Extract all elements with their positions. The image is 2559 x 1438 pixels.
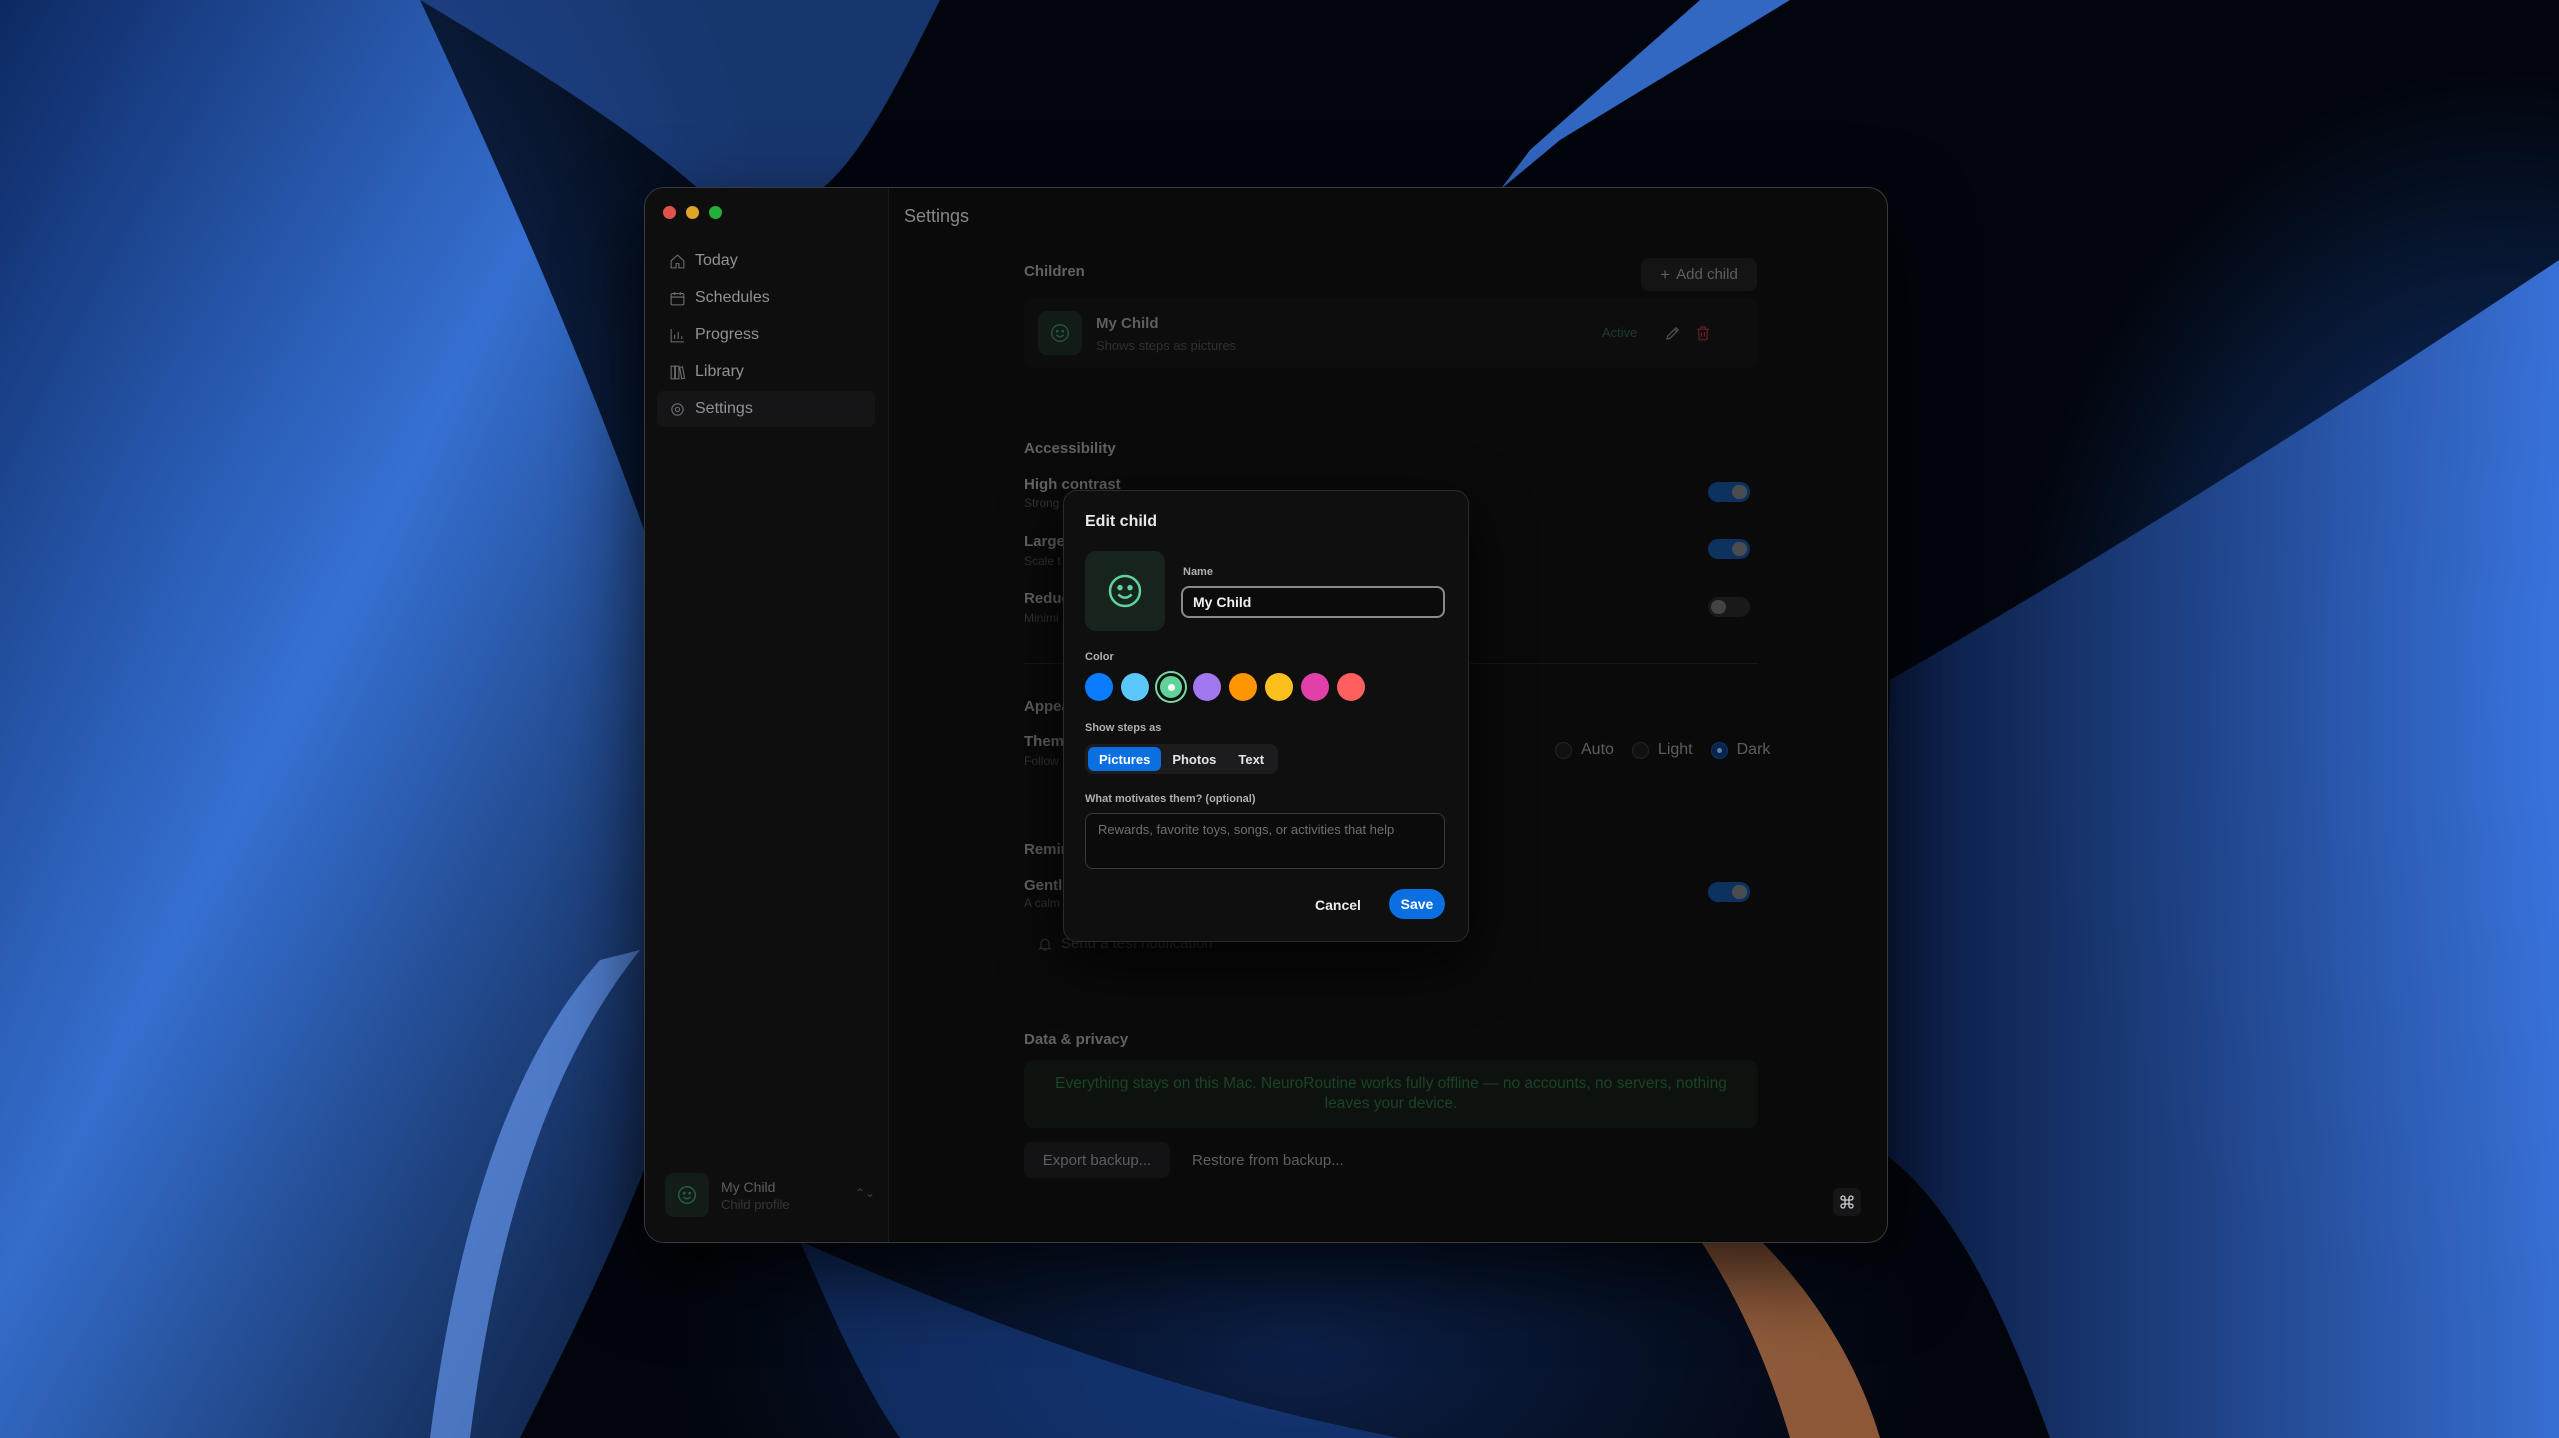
steps-option-text[interactable]: Text <box>1227 747 1275 771</box>
smiley-icon <box>1108 574 1142 608</box>
color-swatch[interactable] <box>1193 673 1221 701</box>
edit-child-dialog: Edit child Name Color Show steps as Pict… <box>1063 490 1469 942</box>
name-label: Name <box>1183 566 1213 578</box>
steps-option-photos[interactable]: Photos <box>1161 747 1227 771</box>
avatar-picker[interactable] <box>1085 551 1165 631</box>
color-swatch[interactable] <box>1121 673 1149 701</box>
cancel-button[interactable]: Cancel <box>1315 891 1361 919</box>
color-swatch[interactable] <box>1337 673 1365 701</box>
show-steps-segmented-control: Pictures Photos Text <box>1085 744 1279 774</box>
color-swatch[interactable] <box>1229 673 1257 701</box>
show-steps-label: Show steps as <box>1085 722 1162 734</box>
color-swatch[interactable] <box>1301 673 1329 701</box>
steps-option-pictures[interactable]: Pictures <box>1088 747 1162 771</box>
save-button[interactable]: Save <box>1389 889 1445 919</box>
color-swatch[interactable] <box>1085 673 1113 701</box>
color-swatches <box>1085 673 1373 701</box>
dialog-title: Edit child <box>1085 513 1157 530</box>
color-swatch[interactable] <box>1265 673 1293 701</box>
color-label: Color <box>1085 651 1114 663</box>
motivation-label: What motivates them? (optional) <box>1085 793 1256 805</box>
name-field[interactable] <box>1181 586 1445 618</box>
motivation-field[interactable] <box>1085 813 1445 869</box>
color-swatch[interactable] <box>1157 673 1185 701</box>
